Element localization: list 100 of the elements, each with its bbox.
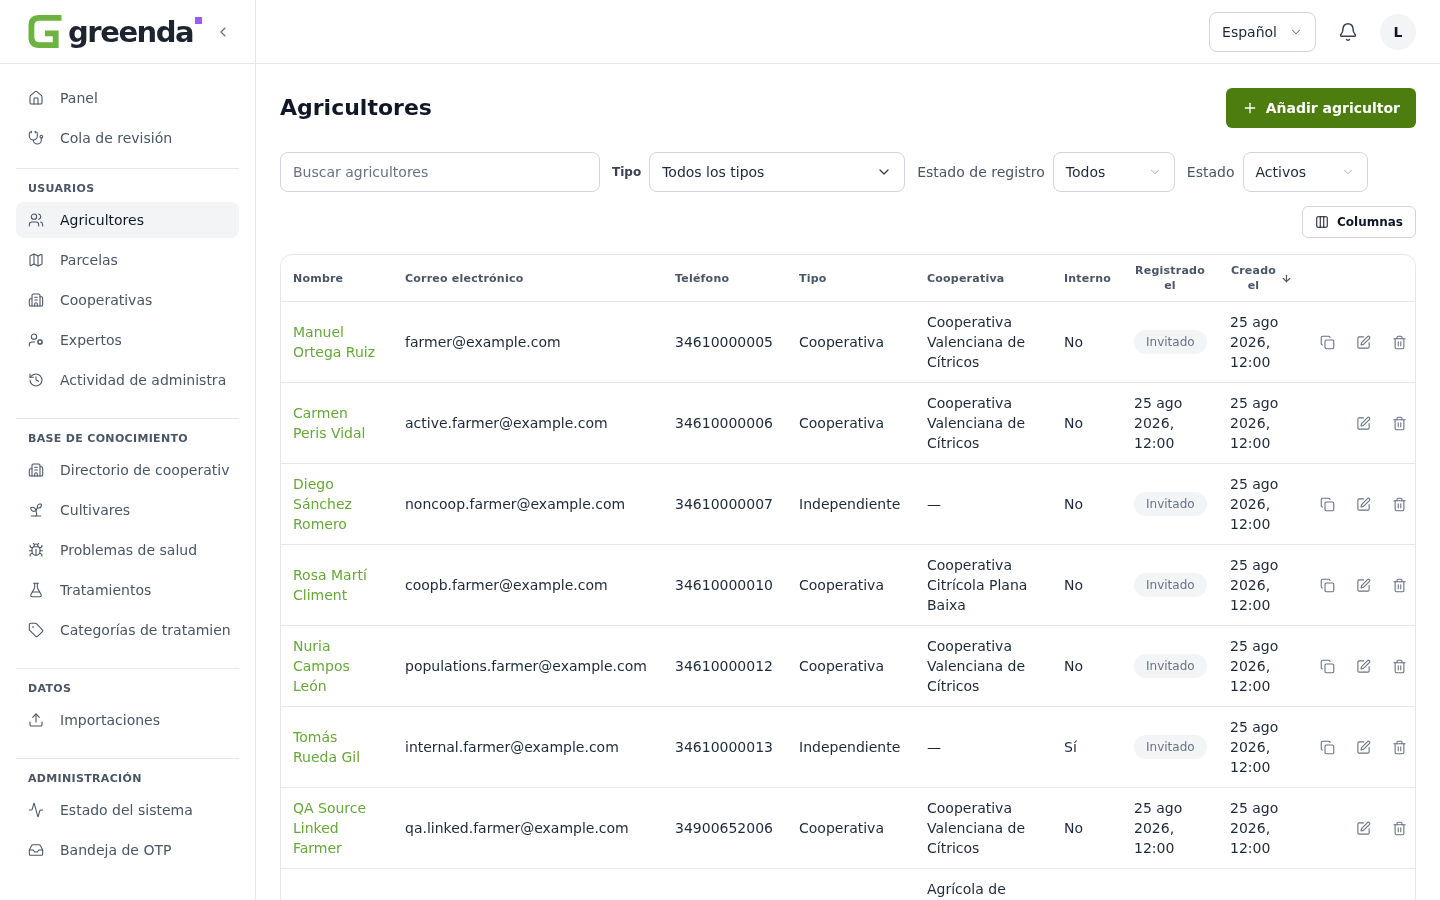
phone-number: 34610000012 xyxy=(675,657,773,676)
filter-select[interactable]: Todos los tipos xyxy=(649,152,906,192)
copy-icon xyxy=(1319,739,1335,755)
edit-icon xyxy=(1355,739,1371,755)
column-header[interactable]: Correo electrónico xyxy=(405,270,524,286)
user-avatar[interactable]: L xyxy=(1380,13,1416,50)
column-header[interactable]: Registrado el xyxy=(1134,263,1206,293)
email-address: coopb.farmer@example.com xyxy=(405,576,608,595)
nav-item[interactable]: Parcelas xyxy=(16,242,239,278)
column-header[interactable]: Nombre xyxy=(293,270,344,286)
map-icon xyxy=(28,252,44,268)
activity-icon xyxy=(28,802,44,818)
column-header[interactable]: Teléfono xyxy=(675,270,730,286)
cooperative-name: Agrícola de xyxy=(927,880,1006,899)
nav-item[interactable]: Tratamientos xyxy=(16,572,239,608)
farmer-type: Cooperativa xyxy=(799,576,884,595)
edit-icon xyxy=(1355,820,1371,836)
nav-item[interactable]: Cooperativas xyxy=(16,282,239,318)
upload-icon xyxy=(28,712,44,728)
sprout-icon xyxy=(28,502,44,518)
edit-icon xyxy=(1355,658,1371,674)
users-icon xyxy=(28,212,44,228)
nav-item[interactable]: Bandeja de OTP xyxy=(16,832,239,868)
filter-select[interactable]: Todos xyxy=(1052,152,1175,192)
nav-item[interactable]: Actividad de administra xyxy=(16,362,239,398)
history-icon xyxy=(28,372,44,388)
created-date: 25 ago 2026, 12:00 xyxy=(1230,313,1280,372)
nav-item[interactable]: Directorio de cooperativ xyxy=(16,452,239,488)
phone-number: 34610000006 xyxy=(675,414,773,433)
edit-icon xyxy=(1355,577,1371,593)
internal-text: No xyxy=(1064,333,1084,352)
email-address: active.farmer@example.com xyxy=(405,414,608,433)
nav-item[interactable]: Estado del sistema xyxy=(16,792,239,828)
building-icon xyxy=(28,292,44,308)
column-header[interactable]: Cooperativa xyxy=(927,270,1005,286)
column-header[interactable]: Interno xyxy=(1064,270,1111,286)
nav-item[interactable]: Importaciones xyxy=(16,702,239,738)
copy-icon xyxy=(1319,496,1335,512)
nav-item[interactable]: Cola de revisión xyxy=(16,120,239,156)
filter-label: Estado xyxy=(1186,163,1235,182)
trash-icon xyxy=(1391,577,1407,593)
trash-icon xyxy=(1391,496,1407,512)
section-heading: DATOS xyxy=(27,681,73,697)
email-address: qa.linked.farmer@example.com xyxy=(405,819,629,838)
add-farmer-button[interactable]: Añadir agricultor xyxy=(1225,88,1416,128)
farmer-type: Cooperativa xyxy=(799,414,884,433)
filter-label: Tipo xyxy=(612,164,642,180)
nav-item[interactable]: Agricultores xyxy=(16,202,239,238)
created-date: 25 ago 2026, 12:00 xyxy=(1230,799,1280,858)
farmer-type: Independiente xyxy=(799,495,901,514)
trash-icon xyxy=(1391,334,1407,350)
column-header[interactable]: Tipo xyxy=(799,270,827,286)
logo-icon xyxy=(28,15,62,48)
internal-text: No xyxy=(1064,576,1084,595)
internal-text: No xyxy=(1064,657,1084,676)
internal-text: Sí xyxy=(1064,738,1077,757)
bell-icon xyxy=(1338,21,1358,42)
cooperative-name: Cooperativa Valenciana de Cítricos xyxy=(927,799,1026,858)
farmer-type: Independiente xyxy=(799,738,901,757)
logo-text: greenda xyxy=(68,14,194,49)
building-icon xyxy=(28,462,44,478)
section-heading: USUARIOS xyxy=(27,181,96,197)
language-select[interactable]: Español xyxy=(1209,11,1316,52)
nav-item[interactable]: Problemas de salud xyxy=(16,532,239,568)
section-heading: BASE DE CONOCIMIENTO xyxy=(27,431,189,447)
search-field[interactable]: Buscar agricultores xyxy=(280,152,600,192)
cooperative-name: Cooperativa Valenciana de Cítricos xyxy=(927,313,1026,372)
nav-item[interactable]: Cultivares xyxy=(16,492,239,528)
tag-icon xyxy=(28,622,44,638)
copy-icon xyxy=(1319,577,1335,593)
farmer-type: Cooperativa xyxy=(799,333,884,352)
internal-text: No xyxy=(1064,495,1084,514)
nav-item[interactable]: Panel xyxy=(16,80,239,116)
nav-item[interactable]: Categorías de tratamien xyxy=(16,612,239,648)
status-badge: Invitado xyxy=(1134,573,1207,597)
created-date: 25 ago 2026, 12:00 xyxy=(1230,556,1280,615)
inbox-icon xyxy=(28,842,44,858)
trash-icon xyxy=(1391,658,1407,674)
internal-text: No xyxy=(1064,819,1084,838)
trash-icon xyxy=(1391,820,1407,836)
status-badge: Invitado xyxy=(1134,654,1207,678)
trash-icon xyxy=(1391,739,1407,755)
email-address: populations.farmer@example.com xyxy=(405,657,647,676)
column-header[interactable]: Creado el xyxy=(1230,263,1277,293)
created-date: 25 ago 2026, 12:00 xyxy=(1230,475,1280,534)
created-date: 25 ago 2026, 12:00 xyxy=(1230,394,1280,453)
bug-icon xyxy=(28,542,44,558)
columns-button[interactable]: Columnas xyxy=(1302,206,1416,238)
registered-date: 25 ago 2026, 12:00 xyxy=(1134,799,1184,858)
cooperative-name: Cooperativa Valenciana de Cítricos xyxy=(927,394,1026,453)
farmer-type: Cooperativa xyxy=(799,657,884,676)
filter-select[interactable]: Activos xyxy=(1242,152,1368,192)
stethoscope-icon xyxy=(28,130,44,146)
cooperative-name: Cooperativa Citrícola Plana Baixa xyxy=(927,556,1029,615)
edit-icon xyxy=(1355,415,1371,431)
nav-item[interactable]: Expertos xyxy=(16,322,239,358)
edit-icon xyxy=(1355,334,1371,350)
page-title: Agricultores xyxy=(280,94,432,122)
status-badge: Invitado xyxy=(1134,492,1207,516)
status-badge: Invitado xyxy=(1134,735,1207,759)
